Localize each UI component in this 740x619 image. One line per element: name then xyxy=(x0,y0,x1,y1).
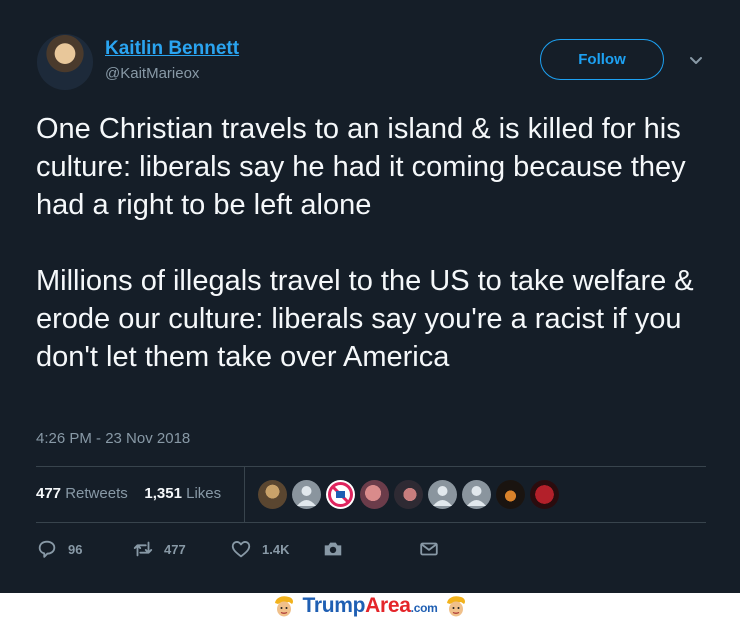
logo-trump: Trump xyxy=(302,594,366,617)
retweet-count: 477 xyxy=(164,541,186,557)
camera-icon xyxy=(324,542,342,556)
logo-area: Area xyxy=(365,594,411,617)
retweets-label: Retweets xyxy=(65,485,128,502)
liker-avatar[interactable] xyxy=(360,480,389,509)
trump-caricature-icon xyxy=(447,596,466,617)
retweets-count: 477 xyxy=(36,485,62,502)
display-name[interactable]: Kaitlin Bennett xyxy=(105,38,239,60)
divider-top xyxy=(36,466,706,467)
tweet-actions: 96 477 1.4K xyxy=(36,538,440,560)
retweet-icon xyxy=(133,541,153,557)
liker-avatar-default[interactable] xyxy=(428,480,457,509)
tweet-stats: 477 Retweets 1,351 Likes xyxy=(36,485,221,502)
retweet-action[interactable]: 477 xyxy=(132,538,230,560)
tweet-card: Kaitlin Bennett @KaitMarieox Follow One … xyxy=(0,0,740,593)
like-action[interactable]: 1.4K xyxy=(230,538,322,560)
user-handle[interactable]: @KaitMarieox xyxy=(105,65,199,82)
envelope-icon xyxy=(420,542,438,556)
reply-icon xyxy=(38,540,56,558)
likes-count: 1,351 xyxy=(144,485,182,502)
liker-avatar[interactable] xyxy=(530,480,559,509)
heart-icon xyxy=(231,541,251,558)
liker-avatar-default[interactable] xyxy=(292,480,321,509)
tweet-paragraph-2: Millions of illegals travel to the US to… xyxy=(36,265,694,373)
divider-bottom xyxy=(36,522,706,523)
stats-separator xyxy=(244,467,245,522)
no-symbol-icon xyxy=(328,482,353,507)
tweet-text: One Christian travels to an island & is … xyxy=(36,110,706,376)
tweet-paragraph-1: One Christian travels to an island & is … xyxy=(36,113,686,221)
tweet-timestamp[interactable]: 4:26 PM - 23 Nov 2018 xyxy=(36,430,190,447)
default-user-icon xyxy=(297,486,316,506)
trumparea-logo[interactable]: TrumpArea.com xyxy=(303,594,438,618)
retweets-stat[interactable]: 477 Retweets xyxy=(36,485,128,502)
reply-count: 96 xyxy=(68,541,83,557)
liker-avatar[interactable] xyxy=(496,480,525,509)
watermark-footer: TrumpArea.com xyxy=(0,593,740,619)
likes-stat[interactable]: 1,351 Likes xyxy=(144,485,221,502)
likes-label: Likes xyxy=(186,485,222,502)
trump-caricature-icon xyxy=(274,596,293,617)
liker-avatar[interactable] xyxy=(394,480,423,509)
chevron-down-icon[interactable] xyxy=(688,52,704,68)
avatar[interactable] xyxy=(37,34,93,90)
like-count: 1.4K xyxy=(262,541,290,557)
default-user-icon xyxy=(467,486,486,506)
logo-suffix: .com xyxy=(410,601,438,615)
default-user-icon xyxy=(433,486,452,506)
liker-avatar[interactable] xyxy=(258,480,287,509)
liker-avatar-default[interactable] xyxy=(462,480,491,509)
liker-avatar-no-symbol[interactable] xyxy=(326,480,355,509)
reply-action[interactable]: 96 xyxy=(36,538,132,560)
dm-action[interactable] xyxy=(418,538,440,560)
photo-action[interactable] xyxy=(322,538,418,560)
liker-avatars xyxy=(258,480,559,509)
follow-button[interactable]: Follow xyxy=(540,39,664,80)
